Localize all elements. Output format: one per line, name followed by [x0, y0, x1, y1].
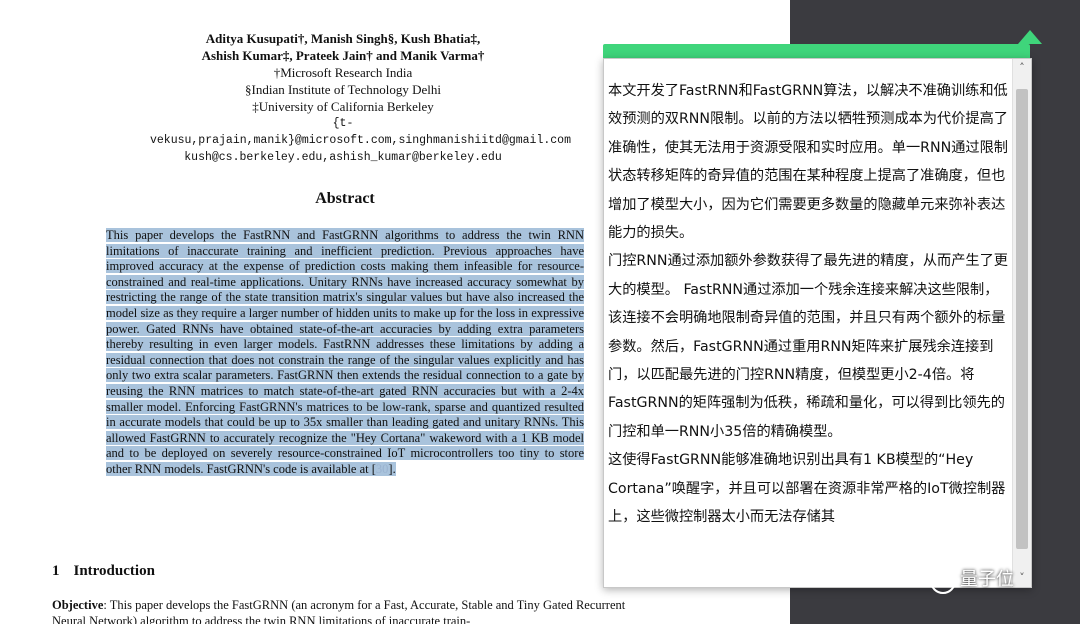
translation-paragraph-3: 这使得FastGRNN能够准确地识别出具有1 KB模型的“Hey Cortana… [608, 452, 1006, 526]
affiliation-2: §Indian Institute of Technology Delhi [245, 82, 441, 97]
abstract-highlighted-text: This paper develops the FastRNN and Fast… [106, 228, 584, 476]
section-number: 1 [52, 563, 60, 579]
affiliation-1: †Microsoft Research India [273, 65, 413, 80]
objective-label: Objective [52, 598, 104, 612]
objective-text: : This paper develops the FastGRNN (an a… [52, 598, 626, 624]
abstract-end: ]. [388, 461, 396, 476]
abstract-title: Abstract [315, 190, 375, 207]
section-title: Introduction [73, 563, 155, 579]
popup-accent-bar [603, 30, 1042, 58]
section-heading: 1 Introduction [52, 563, 169, 580]
watermark-text: 量子位 [960, 569, 1014, 590]
popup-scrollbar[interactable]: ˄ ˅ [1012, 59, 1031, 587]
citation-link[interactable]: 30 [375, 461, 389, 476]
authors-line-1: Aditya Kusupati†, Manish Singh§, Kush Bh… [205, 31, 481, 46]
intro-paragraph: Objective: This paper develops the FastG… [52, 598, 642, 624]
translation-paragraph-1: 本文开发了FastRNN和FastGRNN算法，以解决不准确训练和低效预测的双R… [608, 83, 1008, 242]
authors-line-2: Ashish Kumar‡, Prateek Jain† and Manik V… [201, 48, 485, 63]
affiliation-3: ‡University of California Berkeley [252, 99, 434, 114]
translation-text: 本文开发了FastRNN和FastGRNN算法，以解决不准确训练和低效预测的双R… [608, 77, 1008, 532]
scroll-up-icon[interactable]: ˄ [1013, 59, 1031, 77]
scrollbar-thumb[interactable] [1016, 89, 1028, 549]
scroll-down-icon[interactable]: ˅ [1013, 569, 1031, 587]
wechat-logo-icon [930, 568, 956, 594]
author-block: Aditya Kusupati†, Manish Singh§, Kush Bh… [150, 30, 571, 166]
emails-line-1: {t-vekusu,prajain,manik}@microsoft.com,s… [150, 117, 571, 147]
abstract-text[interactable]: This paper develops the FastRNN and Fast… [106, 228, 584, 478]
translation-popup: 本文开发了FastRNN和FastGRNN算法，以解决不准确训练和低效预测的双R… [603, 58, 1032, 588]
emails-line-2: kush@cs.berkeley.edu,ashish_kumar@berkel… [184, 151, 502, 164]
translation-paragraph-2: 门控RNN通过添加额外参数获得了最先进的精度，从而产生了更大的模型。 FastR… [608, 253, 1008, 440]
